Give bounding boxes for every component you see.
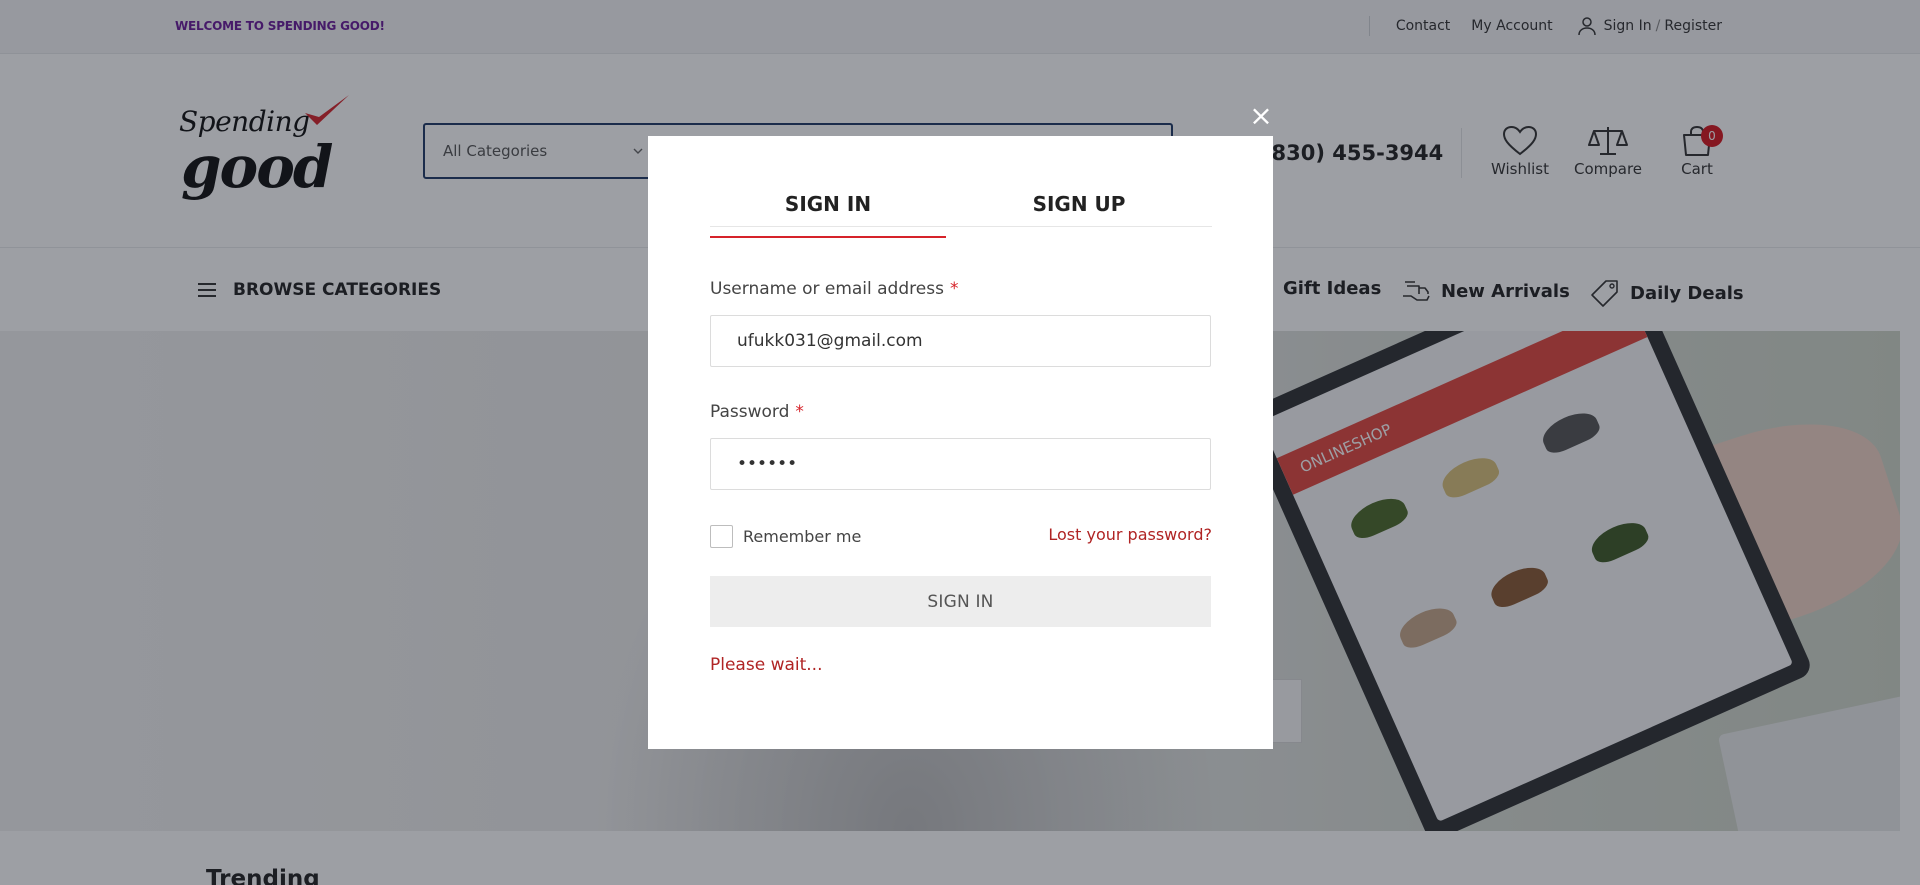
username-label-text: Username or email address bbox=[710, 279, 944, 299]
required-mark: * bbox=[949, 279, 959, 299]
username-field[interactable] bbox=[710, 315, 1211, 367]
sign-in-submit-button[interactable]: SIGN IN bbox=[710, 576, 1211, 627]
lost-password-link[interactable]: Lost your password? bbox=[1048, 525, 1212, 544]
password-field[interactable] bbox=[710, 438, 1211, 490]
remember-me[interactable]: Remember me bbox=[710, 525, 861, 548]
remember-me-label: Remember me bbox=[743, 527, 862, 546]
username-label: Username or email address * bbox=[710, 279, 958, 299]
close-icon[interactable]: × bbox=[1247, 102, 1275, 130]
status-message: Please wait... bbox=[710, 655, 823, 675]
password-label-text: Password bbox=[710, 402, 790, 422]
tab-sign-in[interactable]: SIGN IN bbox=[710, 192, 946, 238]
auth-tabs: SIGN IN SIGN UP bbox=[710, 192, 1212, 238]
tab-sign-up[interactable]: SIGN UP bbox=[946, 192, 1212, 226]
password-label: Password * bbox=[710, 402, 804, 422]
login-modal: SIGN IN SIGN UP Username or email addres… bbox=[648, 136, 1273, 749]
remember-me-checkbox[interactable] bbox=[710, 525, 733, 548]
required-mark: * bbox=[795, 402, 804, 422]
